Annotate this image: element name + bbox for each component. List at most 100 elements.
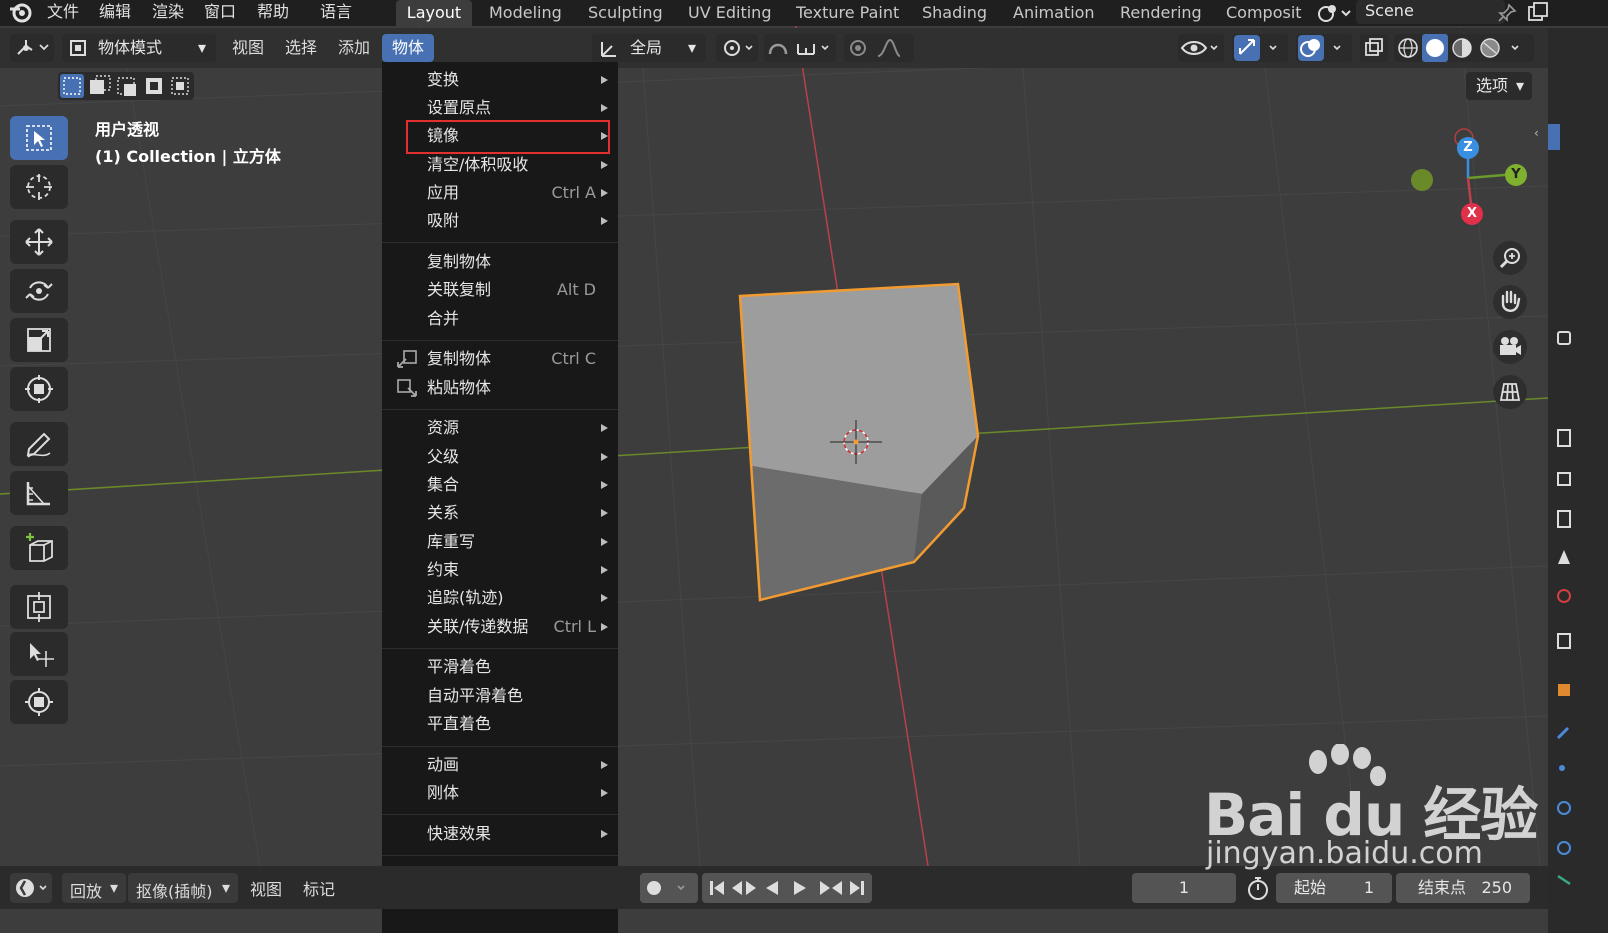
tab-rendering[interactable]: Rendering (1120, 0, 1202, 26)
tab-shading[interactable]: Shading (922, 0, 987, 26)
menu-item-animation[interactable]: 动画 (382, 751, 618, 779)
scene-name-field[interactable]: Scene (1356, 0, 1505, 24)
menu-item-relations[interactable]: 关系 (382, 499, 618, 527)
collapse-arrow-icon[interactable]: ‹ (1534, 126, 1539, 140)
menu-item-library-override[interactable]: 库重写 (382, 528, 618, 556)
menu-item-quick-effects[interactable]: 快速效果 (382, 820, 618, 848)
rendered-shading-icon (1480, 38, 1500, 58)
playback-controls (702, 873, 872, 903)
shrink-fatten-tool[interactable] (10, 585, 68, 629)
tab-animation[interactable]: Animation (1013, 0, 1095, 26)
strip-active-tab[interactable] (1548, 124, 1560, 150)
menu-item-collection[interactable]: 集合 (382, 471, 618, 499)
menu-item-clear[interactable]: 清空/体积吸收 (382, 151, 618, 179)
keying-dropdown[interactable]: 抠像(插帧) ▾ (128, 873, 238, 903)
tab-sculpting[interactable]: Sculpting (588, 0, 663, 26)
menu-file[interactable]: 文件 (47, 0, 79, 26)
transform-tool[interactable] (10, 367, 68, 411)
camera-view-icon[interactable] (1488, 327, 1532, 367)
menu-item-asset[interactable]: 资源 (382, 414, 618, 442)
tab-texture-paint[interactable]: Texture Paint (796, 0, 899, 26)
menu-render[interactable]: 渲染 (152, 0, 184, 26)
menu-item-rigid-body[interactable]: 刚体 (382, 779, 618, 807)
playback-dropdown[interactable]: 回放 ▾ (62, 873, 126, 903)
transform-orientation-dropdown[interactable]: 全局 ▾ (592, 34, 706, 62)
particles-tab-icon (1559, 765, 1565, 771)
menu-item-paste-objects[interactable]: 粘贴物体 (382, 374, 618, 402)
header-menu-object[interactable]: 物体 (382, 34, 434, 62)
proportional-editing-icon[interactable] (844, 34, 914, 62)
scale-tool[interactable] (10, 318, 68, 362)
top-menu-bar: 文件 编辑 渲染 窗口 帮助 语言 Layout Modeling Sculpt… (0, 0, 1608, 26)
pan-hand-icon[interactable] (1488, 282, 1532, 322)
menu-help[interactable]: 帮助 (257, 0, 289, 26)
menu-language[interactable]: 语言 (320, 0, 352, 26)
tab-modeling[interactable]: Modeling (489, 0, 562, 26)
overlays-icon[interactable] (1296, 34, 1352, 62)
move-tool[interactable] (10, 220, 68, 264)
viewport-header: 物体模式 ▾ 视图 选择 添加 物体 全局 ▾ (0, 28, 1548, 68)
menu-item-set-origin[interactable]: 设置原点 (382, 94, 618, 122)
selected-cube[interactable] (730, 278, 990, 608)
transform-gizmo-tool[interactable] (10, 680, 68, 724)
menu-item-shade-auto-smooth[interactable]: 自动平滑着色 (382, 682, 618, 710)
tab-compositing[interactable]: Composit (1226, 0, 1302, 26)
menu-item-copy-objects[interactable]: 复制物体 Ctrl C (382, 345, 618, 373)
menu-item-constraint[interactable]: 约束 (382, 556, 618, 584)
push-pull-tool[interactable] (10, 632, 68, 676)
gizmo-z-axis[interactable]: Z (1457, 137, 1479, 159)
mode-dropdown[interactable]: 物体模式 ▾ (62, 34, 216, 62)
menu-item-parent[interactable]: 父级 (382, 443, 618, 471)
menu-item-transform[interactable]: 变换 (382, 66, 618, 94)
gizmo-toggle-icon[interactable] (1232, 34, 1288, 62)
menu-item-duplicate-linked[interactable]: 关联复制 Alt D (382, 276, 618, 304)
menu-item-apply[interactable]: 应用 Ctrl A (382, 179, 618, 207)
perspective-grid-icon[interactable] (1488, 372, 1532, 412)
xray-toggle-icon[interactable] (1360, 34, 1388, 62)
add-cube-tool[interactable] (10, 526, 68, 570)
timeline-editor-icon[interactable] (10, 873, 52, 903)
visibility-eye-icon[interactable] (1178, 34, 1224, 62)
shortcut-label: Ctrl L (553, 617, 596, 636)
submenu-arrow-icon (601, 104, 608, 112)
menu-item-snap[interactable]: 吸附 (382, 207, 618, 235)
annotate-tool[interactable] (10, 422, 68, 466)
options-label: 选项 (1476, 76, 1509, 95)
header-menu-view[interactable]: 视图 (232, 34, 264, 62)
snap-icon[interactable] (764, 34, 836, 62)
menu-window[interactable]: 窗口 (204, 0, 236, 26)
menu-item-shade-flat[interactable]: 平直着色 (382, 710, 618, 738)
properties-tabs[interactable] (1554, 328, 1572, 888)
gizmo-x-axis[interactable]: X (1461, 203, 1483, 225)
options-dropdown[interactable]: 选项 ▾ (1466, 72, 1532, 100)
menu-edit[interactable]: 编辑 (99, 0, 131, 26)
menu-item-shade-smooth[interactable]: 平滑着色 (382, 653, 618, 681)
tab-layout[interactable]: Layout (396, 0, 472, 26)
menu-item-join[interactable]: 合并 (382, 305, 618, 333)
cursor-tool[interactable] (10, 165, 68, 209)
rotate-tool[interactable] (10, 269, 68, 313)
pivot-point-icon[interactable] (716, 34, 758, 62)
header-menu-add[interactable]: 添加 (338, 34, 370, 62)
timeline-marker-menu[interactable]: 标记 (303, 876, 335, 900)
select-box-tool[interactable] (10, 116, 68, 160)
submenu-arrow-icon (601, 453, 608, 461)
pin-icon[interactable] (1496, 2, 1518, 28)
menu-item-track[interactable]: 追踪(轨迹) (382, 584, 618, 612)
blender-logo-icon[interactable] (8, 0, 34, 26)
menu-item-duplicate-objects[interactable]: 复制物体 (382, 248, 618, 276)
editor-type-icon[interactable] (10, 34, 54, 62)
timeline-view-menu[interactable]: 视图 (250, 876, 282, 900)
new-scene-icon[interactable] (1526, 1, 1550, 29)
gizmo-y-axis[interactable]: Y (1505, 164, 1527, 186)
zoom-icon[interactable] (1488, 238, 1532, 278)
submenu-arrow-icon (601, 830, 608, 838)
scene-icon[interactable] (1316, 1, 1352, 29)
menu-item-link-transfer-data[interactable]: 关联/传递数据 Ctrl L (382, 613, 618, 641)
measure-tool[interactable] (10, 471, 68, 515)
header-menu-select[interactable]: 选择 (285, 34, 317, 62)
select-box-icon (26, 125, 52, 151)
shortcut-label: Ctrl C (551, 349, 596, 368)
tab-uv-editing[interactable]: UV Editing (688, 0, 771, 26)
auto-keying-record-icon[interactable] (640, 873, 698, 903)
